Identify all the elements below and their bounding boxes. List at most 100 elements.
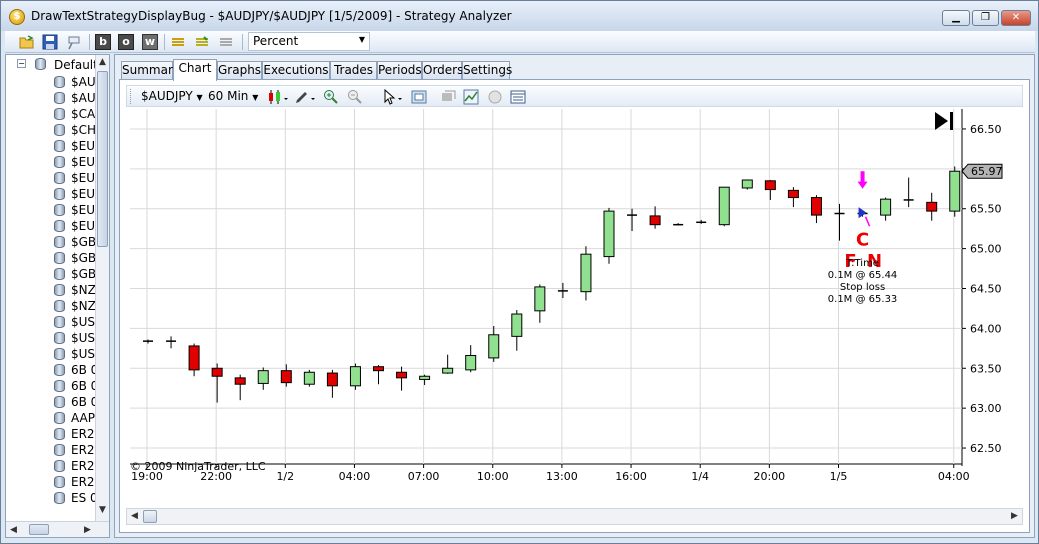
maximize-button[interactable]: ❐ xyxy=(972,10,999,26)
chevron-down-icon: ▼ xyxy=(196,93,203,102)
database-icon xyxy=(54,236,65,248)
candlestick-icon[interactable] xyxy=(267,89,291,105)
tab-summary[interactable]: Summary xyxy=(121,61,180,80)
scroll-left-icon[interactable]: ◀ xyxy=(131,511,138,521)
chevron-down-icon: ▼ xyxy=(252,93,259,102)
collapse-icon[interactable]: − xyxy=(17,59,26,68)
toolbar-separator xyxy=(89,34,90,50)
tree-item[interactable]: $EURJPY xyxy=(54,202,96,218)
tree-hscroll-thumb[interactable] xyxy=(29,524,49,535)
zoom-out-icon[interactable] xyxy=(347,89,363,105)
properties-icon[interactable] xyxy=(411,89,427,105)
tree-item[interactable]: $USDCAD xyxy=(54,314,96,330)
tab-periods[interactable]: Periods xyxy=(377,61,422,80)
tab-executions[interactable]: Executions xyxy=(262,61,330,80)
scroll-right-icon[interactable]: ▶ xyxy=(1011,511,1018,521)
candle-body xyxy=(234,377,246,385)
tree-item[interactable]: $EURCHF xyxy=(54,170,96,186)
candle-body xyxy=(787,189,799,199)
candle-body xyxy=(810,197,822,216)
candle-body xyxy=(488,334,500,359)
database-icon xyxy=(54,124,65,136)
tree-scroll-thumb[interactable] xyxy=(97,71,108,247)
price-chart[interactable]: 62.5063.0063.5064.0064.5065.0065.5066.00… xyxy=(126,109,1023,503)
tree-item[interactable]: $EURGBP xyxy=(54,186,96,202)
tree-item[interactable]: $USDJPY xyxy=(54,346,96,362)
tab-orders[interactable]: Orders xyxy=(422,61,463,80)
tree-item[interactable]: 6B 06-09 xyxy=(54,378,96,394)
zoom-in-icon[interactable] xyxy=(323,89,339,105)
tree-root-default[interactable]: − Default xyxy=(6,58,106,72)
minimize-icon: ▁ xyxy=(952,12,960,23)
tab-chart[interactable]: Chart xyxy=(173,59,217,81)
tree-item[interactable]: $CHFJPY xyxy=(54,122,96,138)
tab-trades[interactable]: Trades xyxy=(330,61,377,80)
scroll-right-icon[interactable]: ▶ xyxy=(84,525,91,535)
indicator-icon[interactable] xyxy=(463,89,479,105)
skip-to-end-button[interactable] xyxy=(933,110,955,132)
w-button[interactable]: w xyxy=(142,34,158,50)
tree-item[interactable]: $GBPJPY xyxy=(54,266,96,282)
scroll-down-icon[interactable]: ▼ xyxy=(99,505,106,515)
tree-item-label: ER2 03-09 xyxy=(71,427,96,441)
tree-horizontal-scrollbar[interactable]: ◀ ▶ xyxy=(6,521,109,537)
tree-item[interactable]: 6B 03-09 xyxy=(54,362,96,378)
tree-item[interactable]: $AUDCAD xyxy=(54,74,96,90)
tree-item[interactable]: $CADJPY xyxy=(54,106,96,122)
tree-item[interactable]: ER2 03-09 xyxy=(54,426,96,442)
pin-icon[interactable] xyxy=(66,34,82,50)
tree-item[interactable]: ER2 12-09 xyxy=(54,474,96,490)
tree-item[interactable]: $GBPAUD xyxy=(54,234,96,250)
tree-item[interactable]: $NZDJPY xyxy=(54,282,96,298)
x-tick-label: 1/5 xyxy=(830,470,848,483)
strategy-text-label: 0.1M @ 65.44 xyxy=(828,270,898,281)
tree-item-label: $USDJPY xyxy=(71,347,96,361)
y-tick-label: 66.50 xyxy=(970,123,1002,136)
list-gray-icon[interactable] xyxy=(218,34,234,50)
tree-item[interactable]: ES 03-09 xyxy=(54,490,96,506)
close-button[interactable]: ✕ xyxy=(1001,10,1031,26)
tree-vertical-scrollbar[interactable]: ▲ ▼ xyxy=(95,55,109,521)
tab-settings[interactable]: Settings xyxy=(462,61,512,80)
toolbar-separator xyxy=(242,34,243,50)
b-button[interactable]: b xyxy=(95,34,111,50)
open-folder-icon[interactable] xyxy=(19,34,35,50)
scroll-left-icon[interactable]: ◀ xyxy=(10,525,17,535)
hide-icon[interactable] xyxy=(440,89,456,105)
tree-item[interactable]: $EURCAD xyxy=(54,154,96,170)
tree-item[interactable]: $NZDUSD xyxy=(54,298,96,314)
display-unit-value: Percent xyxy=(253,34,299,48)
chart-horizontal-scrollbar[interactable]: ◀ ▶ xyxy=(126,508,1023,525)
chart-scroll-thumb[interactable] xyxy=(143,510,157,523)
interval-selector[interactable]: 60 Min ▼ xyxy=(208,89,258,103)
tree-item[interactable]: AAPL xyxy=(54,410,96,426)
list-yellow-icon[interactable] xyxy=(170,34,186,50)
strategy-icon[interactable] xyxy=(487,89,503,105)
tree-item[interactable]: $AUDJPY xyxy=(54,90,96,106)
title-bar[interactable]: $ DrawTextStrategyDisplayBug - $AUDJPY/$… xyxy=(1,1,1038,31)
tree-item[interactable]: $USDCHF xyxy=(54,330,96,346)
chart-toolbar: $AUDJPY ▼ 60 Min ▼ xyxy=(126,85,1023,107)
tree-item[interactable]: ER2 06-09 xyxy=(54,442,96,458)
o-button[interactable]: o xyxy=(118,34,134,50)
instrument-tree[interactable]: − Default $AUDCAD $AUDJPY $CADJPY $CHFJPY $E… xyxy=(5,54,110,538)
minimize-button[interactable]: ▁ xyxy=(942,10,970,26)
tree-item-label: $USDCAD xyxy=(71,315,96,329)
data-box-icon[interactable] xyxy=(510,89,526,105)
scroll-up-icon[interactable]: ▲ xyxy=(99,57,106,67)
save-icon[interactable] xyxy=(42,34,58,50)
pencil-icon[interactable] xyxy=(294,89,318,105)
tree-item[interactable]: $EURUSD xyxy=(54,218,96,234)
display-unit-select[interactable]: Percent ▼ xyxy=(248,32,370,51)
cursor-icon[interactable] xyxy=(383,89,405,105)
tree-item[interactable]: $EURAUD xyxy=(54,138,96,154)
tree-item[interactable]: 6B 09-09 xyxy=(54,394,96,410)
list-green-icon[interactable] xyxy=(194,34,210,50)
instrument-selector[interactable]: $AUDJPY ▼ xyxy=(141,89,203,103)
tab-graphs[interactable]: Graphs xyxy=(217,61,262,80)
candlestick-chart[interactable]: 62.5063.0063.5064.0064.5065.0065.5066.00… xyxy=(126,109,1023,503)
tree-item[interactable]: $GBPCHF xyxy=(54,250,96,266)
tree-item[interactable]: ER2 09-09 xyxy=(54,458,96,474)
candle-body xyxy=(949,170,961,212)
candle-body xyxy=(880,198,892,216)
